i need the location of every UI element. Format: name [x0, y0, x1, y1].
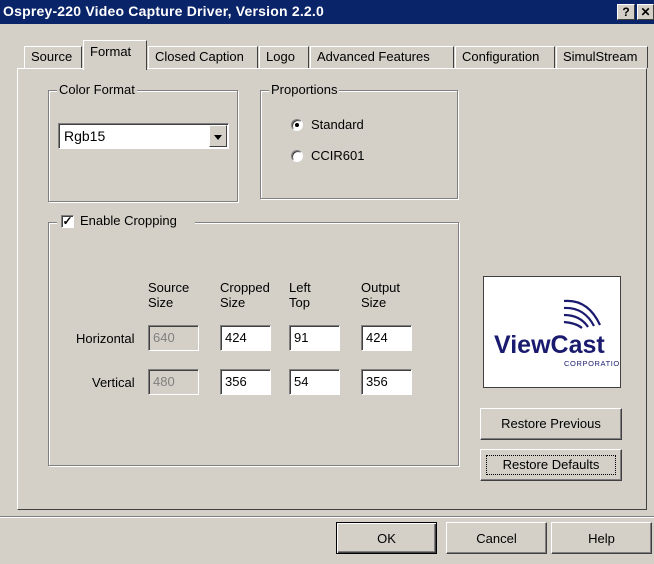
color-format-value: Rgb15 [64, 128, 106, 144]
proportions-label: Proportions [269, 82, 340, 97]
horizontal-cropped-size-field[interactable]: 424 [220, 325, 271, 351]
viewcast-logo-graphic: ViewCast CORPORATION [494, 299, 625, 368]
color-format-group: Color Format Rgb15 [48, 82, 238, 202]
vertical-source-size-field: 480 [148, 369, 199, 395]
logo-brand-text: ViewCast [494, 331, 605, 359]
viewcast-logo: ViewCast CORPORATION [483, 276, 625, 388]
ok-label: OK [377, 531, 396, 546]
window-title: Osprey-220 Video Capture Driver, Version… [3, 3, 324, 19]
tab-closed-caption[interactable]: Closed Caption [148, 46, 258, 68]
vertical-top-field[interactable]: 54 [289, 369, 340, 395]
radio-standard-label: Standard [311, 117, 364, 132]
tab-label: Logo [266, 49, 295, 64]
tab-format[interactable]: Format [83, 40, 147, 70]
vertical-cropped-size-field[interactable]: 356 [220, 369, 271, 395]
tab-source[interactable]: Source [24, 46, 82, 68]
header-left-top: Left Top [289, 280, 311, 310]
cropping-group: ✓ Enable Cropping Source Size Cropped Size… [48, 213, 459, 466]
horizontal-output-size-field[interactable]: 424 [361, 325, 412, 351]
enable-cropping-legend: ✓ Enable Cropping [57, 213, 195, 231]
restore-previous-label: Restore Previous [501, 416, 601, 431]
tab-label: Configuration [462, 49, 540, 64]
color-format-label: Color Format [57, 82, 137, 97]
tab-label: Format [90, 44, 132, 59]
horizontal-left-field[interactable]: 91 [289, 325, 340, 351]
close-icon: ✕ [640, 5, 651, 19]
tab-simulstream[interactable]: SimulStream [556, 46, 648, 68]
header-source-size: Source Size [148, 280, 190, 310]
radio-ccir601-label: CCIR601 [311, 148, 365, 163]
help-icon: ? [622, 5, 630, 19]
restore-previous-button[interactable]: Restore Previous [480, 408, 622, 440]
cancel-button[interactable]: Cancel [446, 522, 547, 554]
tab-configuration[interactable]: Configuration [455, 46, 555, 68]
bottom-separator [0, 516, 654, 518]
proportions-group: Proportions Standard CCIR601 [260, 82, 458, 199]
dialog-window: Osprey-220 Video Capture Driver, Version… [0, 0, 654, 564]
cancel-label: Cancel [476, 531, 517, 546]
help-dialog-button[interactable]: Help [551, 522, 652, 554]
chevron-down-icon[interactable] [209, 125, 227, 147]
close-button[interactable]: ✕ [637, 4, 654, 20]
tab-logo[interactable]: Logo [259, 46, 309, 68]
enable-cropping-label[interactable]: Enable Cropping [80, 213, 177, 228]
tab-label: Advanced Features [317, 49, 430, 64]
help-label: Help [588, 531, 615, 546]
restore-defaults-label: Restore Defaults [502, 457, 600, 472]
tab-label: SimulStream [563, 49, 638, 64]
logo-sub-text: CORPORATION [564, 359, 620, 368]
ok-button[interactable]: OK [336, 522, 437, 554]
radio-ccir601[interactable] [291, 150, 303, 162]
vertical-output-size-field[interactable]: 356 [361, 369, 412, 395]
color-format-select[interactable]: Rgb15 [58, 123, 229, 149]
tab-label: Source [31, 49, 73, 64]
header-cropped-size: Cropped Size [220, 280, 270, 310]
horizontal-source-size-field: 640 [148, 325, 199, 351]
restore-defaults-button[interactable]: Restore Defaults [480, 449, 622, 481]
row-label-horizontal: Horizontal [76, 331, 135, 346]
row-label-vertical: Vertical [92, 375, 135, 390]
title-bar[interactable]: Osprey-220 Video Capture Driver, Version… [0, 0, 654, 24]
help-button[interactable]: ? [617, 4, 635, 20]
enable-cropping-checkbox[interactable]: ✓ [61, 215, 74, 228]
header-output-size: Output Size [361, 280, 401, 310]
tab-label: Closed Caption [155, 49, 244, 64]
radio-standard[interactable] [291, 119, 303, 131]
tab-advanced-features[interactable]: Advanced Features [310, 46, 454, 68]
